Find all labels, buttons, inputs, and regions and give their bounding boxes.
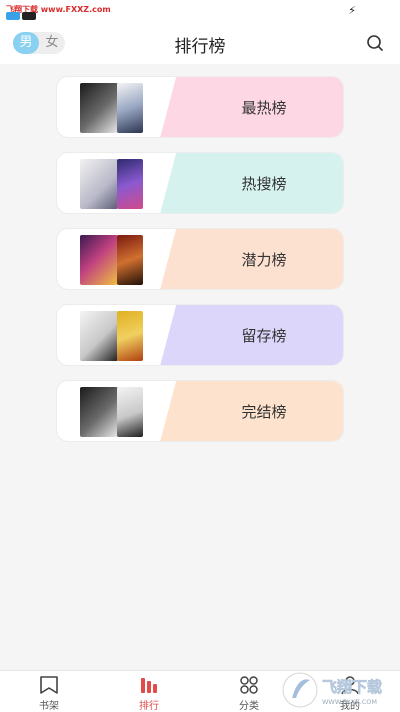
app-icon xyxy=(22,12,36,20)
book-cover xyxy=(117,235,143,285)
book-cover xyxy=(80,159,118,209)
ranking-card-completed[interactable]: 完结榜 xyxy=(56,380,344,442)
nav-label: 书架 xyxy=(39,701,59,712)
header: 男 女 排行榜 xyxy=(0,22,400,64)
page-title: 排行榜 xyxy=(174,37,226,57)
nav-item-category[interactable]: 分类 xyxy=(219,675,279,712)
status-app-icons xyxy=(6,12,36,20)
book-cover xyxy=(80,387,118,437)
grid-circles-icon xyxy=(240,676,258,694)
bookmark-icon xyxy=(40,676,58,694)
app-icon xyxy=(6,12,20,20)
ranking-label: 完结榜 xyxy=(241,403,287,421)
search-button[interactable] xyxy=(364,32,386,54)
ranking-label: 留存榜 xyxy=(241,327,287,345)
ranking-card-potential[interactable]: 潜力榜 xyxy=(56,228,344,290)
ranking-label: 热搜榜 xyxy=(241,175,287,193)
book-cover xyxy=(117,83,143,133)
lightning-icon: ⚡ xyxy=(348,4,356,17)
book-cover xyxy=(80,235,118,285)
ranking-label: 潜力榜 xyxy=(241,251,287,269)
ranking-label: 最热榜 xyxy=(241,99,287,117)
ranking-card-retention[interactable]: 留存榜 xyxy=(56,304,344,366)
book-cover xyxy=(117,159,143,209)
nav-label: 分类 xyxy=(239,701,259,712)
book-cover xyxy=(80,311,118,361)
watermark-text: 飞翔下载 xyxy=(322,678,382,696)
book-cover xyxy=(117,387,143,437)
nav-item-ranking[interactable]: 排行 xyxy=(119,675,179,712)
book-cover xyxy=(80,83,118,133)
nav-label: 排行 xyxy=(139,701,159,712)
search-icon xyxy=(367,35,383,51)
bar-chart-icon xyxy=(141,678,157,693)
book-cover xyxy=(117,311,143,361)
ranking-card-hottest[interactable]: 最热榜 xyxy=(56,76,344,138)
status-bar: 飞翔下载 www.FXXZ.com ⚡ xyxy=(0,0,400,22)
ranking-card-hot-search[interactable]: 热搜榜 xyxy=(56,152,344,214)
nav-item-bookshelf[interactable]: 书架 xyxy=(19,675,79,712)
watermark-url: WWW.FXXZ.COM xyxy=(322,698,377,706)
watermark-logo: 飞翔下载 WWW.FXXZ.COM xyxy=(282,672,382,708)
